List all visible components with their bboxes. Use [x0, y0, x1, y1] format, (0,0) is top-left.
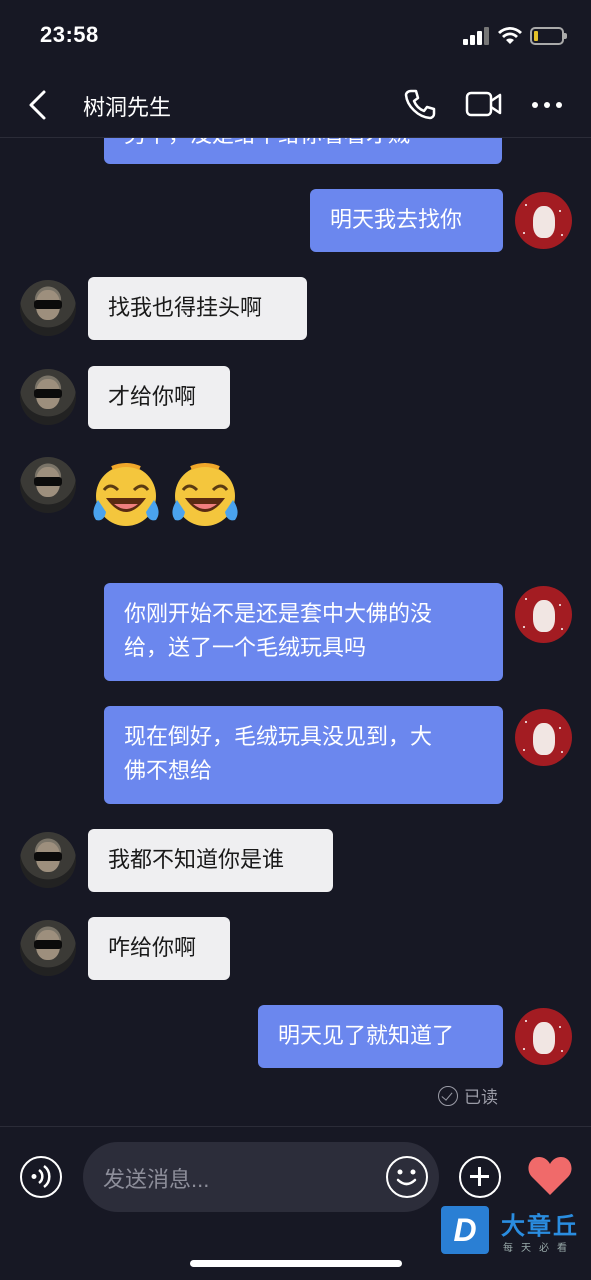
message-bubble-outgoing[interactable]: 你刚开始不是还是套中大佛的没 给，送了一个毛绒玩具吗	[104, 583, 503, 681]
read-status: 已读	[464, 1088, 498, 1107]
message-text: 明天我去找你	[330, 207, 463, 232]
check-circle-icon	[438, 1085, 458, 1106]
wifi-icon	[498, 27, 522, 44]
chat-title: 树洞先生	[83, 95, 172, 120]
status-time: 23:58	[40, 22, 99, 47]
message-text: 明天见了就知道了	[278, 1023, 455, 1048]
message-text-line: 佛不想给	[124, 758, 213, 783]
watermark-sub: 每天必看	[503, 1243, 575, 1254]
contact-avatar[interactable]	[20, 832, 76, 888]
chat-header: 树洞先生	[0, 70, 591, 138]
my-avatar[interactable]	[515, 1008, 572, 1065]
message-bubble-incoming[interactable]: 才给你啊	[88, 366, 230, 429]
watermark-logo: D	[441, 1206, 489, 1254]
message-text: 另半，没是给半给你看看才贼	[124, 138, 410, 147]
my-avatar[interactable]	[515, 192, 572, 249]
contact-avatar[interactable]	[20, 920, 76, 976]
contact-avatar[interactable]	[20, 457, 76, 513]
watermark-name: 大章丘	[501, 1213, 579, 1240]
laughing-crying-emoji[interactable]	[88, 460, 164, 528]
message-bubble-outgoing[interactable]: 明天我去找你	[310, 189, 503, 252]
laughing-crying-emoji[interactable]	[167, 460, 243, 528]
message-bubble-outgoing[interactable]: 明天见了就知道了	[258, 1005, 503, 1068]
message-bubble-incoming[interactable]: 找我也得挂头啊	[88, 277, 307, 340]
signal-icon	[463, 27, 491, 45]
battery-icon	[530, 27, 567, 45]
message-bubble-incoming[interactable]: 咋给你啊	[88, 917, 230, 980]
plus-icon[interactable]	[459, 1156, 501, 1198]
watermark: D 大章丘 每天必看	[441, 1206, 591, 1256]
message-text-line: 你刚开始不是还是套中大佛的没	[124, 601, 433, 626]
my-avatar[interactable]	[515, 709, 572, 766]
home-indicator	[190, 1260, 402, 1267]
message-text: 我都不知道你是谁	[108, 847, 285, 872]
message-text-line: 现在倒好，毛绒玩具没见到，大	[124, 724, 433, 749]
input-placeholder: 发送消息...	[103, 1167, 210, 1192]
video-camera-icon[interactable]	[465, 90, 503, 118]
message-text-line: 给，送了一个毛绒玩具吗	[124, 635, 367, 660]
status-bar: 23:58	[0, 0, 591, 70]
read-receipt: 已读	[438, 1083, 498, 1108]
message-list[interactable]: 另半，没是给半给你看看才贼 明天我去找你 找我也得挂头啊 才给你啊 你刚开始不是…	[0, 138, 591, 1126]
emoji-icon[interactable]	[386, 1156, 428, 1198]
message-bubble-outgoing[interactable]: 现在倒好，毛绒玩具没见到，大 佛不想给	[104, 706, 503, 804]
contact-avatar[interactable]	[20, 280, 76, 336]
message-text: 找我也得挂头啊	[108, 295, 263, 320]
my-avatar[interactable]	[515, 586, 572, 643]
chevron-left-icon[interactable]	[24, 88, 52, 122]
contact-avatar[interactable]	[20, 369, 76, 425]
heart-icon[interactable]	[527, 1155, 573, 1197]
input-bar: 发送消息...	[0, 1126, 591, 1280]
more-dots-icon[interactable]	[530, 90, 564, 118]
message-input[interactable]: 发送消息...	[83, 1142, 439, 1212]
phone-icon[interactable]	[403, 87, 437, 121]
voice-icon[interactable]	[20, 1156, 62, 1198]
message-bubble-outgoing[interactable]: 另半，没是给半给你看看才贼	[104, 138, 502, 164]
message-text: 咋给你啊	[108, 935, 197, 960]
message-text: 才给你啊	[108, 384, 197, 409]
message-bubble-incoming[interactable]: 我都不知道你是谁	[88, 829, 333, 892]
